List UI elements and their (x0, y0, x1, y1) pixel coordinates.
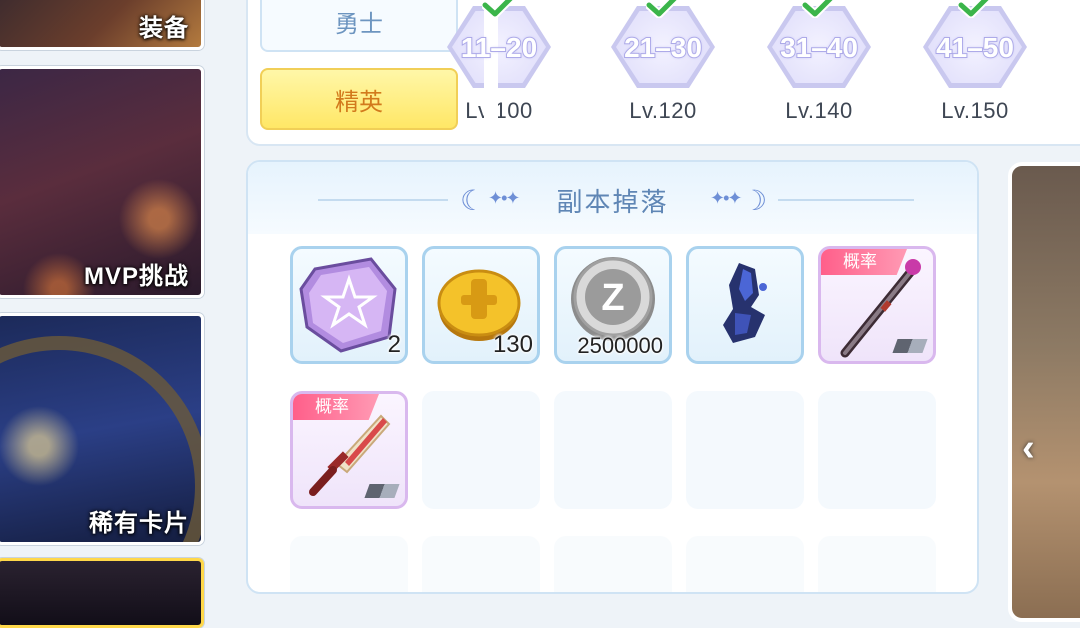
dungeon-drops-panel: ☾ ✦•✦ 副本掉落 ✦•✦ ☽ 2 130 Z 2500000 概率 概率 (246, 160, 979, 594)
item-quantity: 2500000 (577, 333, 663, 358)
drop-item-slot[interactable]: 概率 (818, 246, 936, 364)
difficulty-warrior-button[interactable]: 勇士 (260, 0, 458, 52)
check-icon (482, 0, 516, 18)
tier-range: 31–40 (779, 31, 859, 64)
empty-slot (818, 536, 936, 592)
empty-slot (290, 536, 408, 592)
difficulty-label: 勇士 (335, 10, 383, 38)
blue-crystal-icon (723, 263, 767, 343)
dungeon-preview-image: ‹ (1008, 162, 1080, 622)
mode-card-selected[interactable] (0, 558, 204, 628)
level-tier-21-30[interactable]: 21–30 Lv.120 (608, 0, 718, 132)
level-tier-11-20[interactable]: 11–20 Lv.100 (444, 0, 554, 132)
tier-range: 21–30 (623, 31, 703, 64)
rarity-indicator (892, 339, 928, 353)
level-tier-41-50[interactable]: 41–50 Lv.150 (920, 0, 1030, 132)
mode-card-label: 装备 (139, 15, 189, 42)
item-quantity: 2 (387, 331, 401, 358)
mode-card-label: 稀有卡片 (89, 510, 189, 537)
drop-item-slot[interactable]: 概率 (290, 391, 408, 509)
drop-item-slot[interactable]: 2 (290, 246, 408, 364)
tier-range: 41–50 (935, 31, 1015, 64)
difficulty-label: 精英 (335, 88, 383, 116)
check-icon (802, 0, 836, 18)
drop-item-slot[interactable]: Z 2500000 (554, 246, 672, 364)
empty-slot (422, 536, 540, 592)
mode-card-label: MVP挑战 (83, 263, 189, 290)
mode-card-equipment[interactable]: 装备 (0, 0, 204, 50)
empty-slot (554, 536, 672, 592)
chevron-left-icon[interactable]: ‹ (1022, 426, 1052, 470)
empty-slot (686, 391, 804, 509)
drop-chance-tag: 概率 (821, 249, 907, 275)
drops-header: ☾ ✦•✦ 副本掉落 ✦•✦ ☽ (248, 162, 977, 234)
empty-slot (686, 536, 804, 592)
drop-chance-tag: 概率 (293, 394, 379, 420)
sparkle-icon: ✦•✦ (710, 188, 743, 208)
tier-level: Lv.120 (629, 98, 697, 123)
drop-item-slot[interactable] (686, 246, 804, 364)
empty-slot (422, 391, 540, 509)
tier-level: Lv.100 (465, 98, 533, 123)
level-tier-31-40[interactable]: 31–40 Lv.140 (764, 0, 874, 132)
empty-slot (554, 391, 672, 509)
tier-level: Lv.150 (941, 98, 1009, 123)
drop-item-slot[interactable]: 130 (422, 246, 540, 364)
difficulty-elite-button[interactable]: 精英 (260, 68, 458, 130)
rarity-indicator (364, 484, 400, 498)
crescent-right-icon: ☽ (742, 185, 768, 216)
mode-card-rare-card[interactable]: 稀有卡片 (0, 313, 204, 545)
scroll-clip (484, 0, 498, 132)
empty-slot (818, 391, 936, 509)
mode-card-mvp-challenge[interactable]: MVP挑战 (0, 66, 204, 298)
tier-level: Lv.140 (785, 98, 853, 123)
check-icon (958, 0, 992, 18)
divider (778, 199, 914, 201)
check-icon (646, 0, 680, 18)
tier-range: 11–20 (460, 31, 538, 64)
svg-text:Z: Z (601, 277, 624, 319)
item-quantity: 130 (492, 331, 533, 358)
difficulty-panel: 勇士 精英 11–20 Lv.100 21–30 Lv.120 31–40 Lv… (246, 0, 1080, 146)
